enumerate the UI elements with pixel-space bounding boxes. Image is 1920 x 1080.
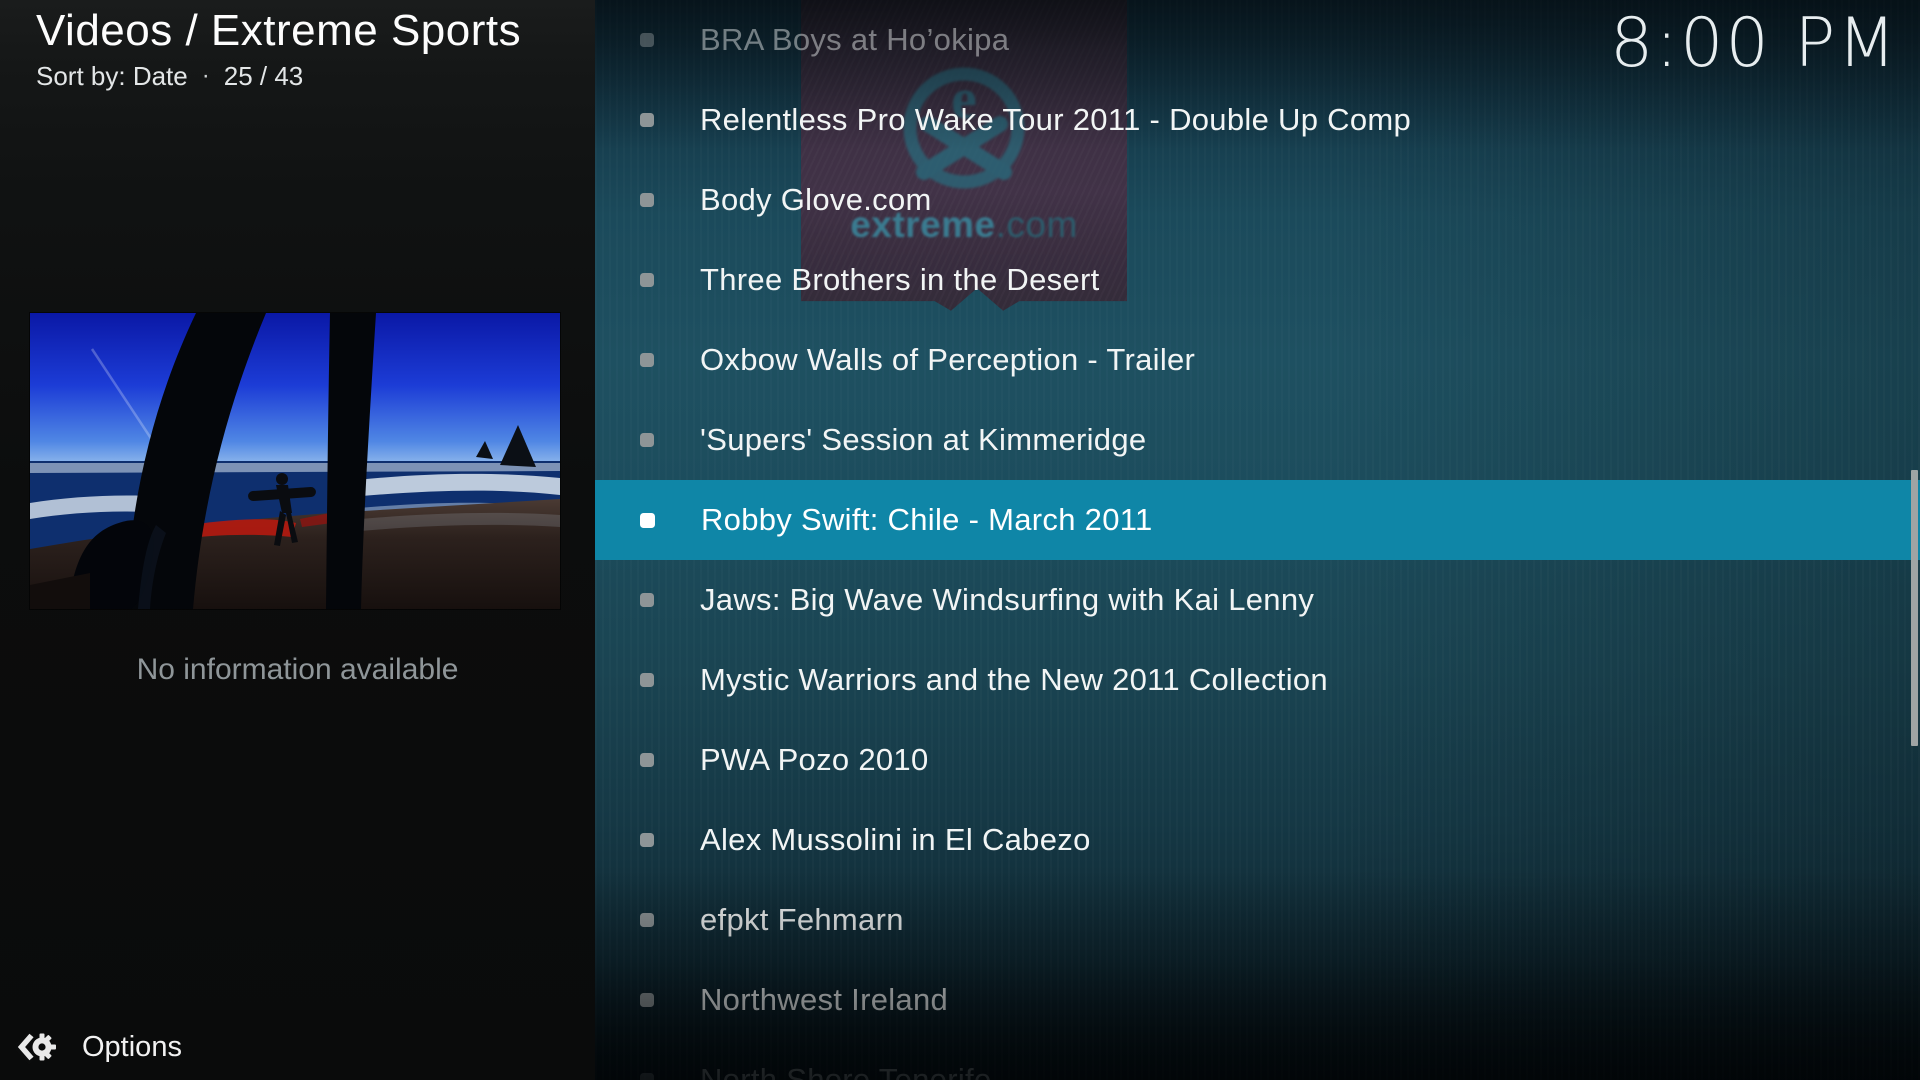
list-item[interactable]: Northwest Ireland: [595, 960, 1920, 1040]
item-label: Jaws: Big Wave Windsurfing with Kai Lenn…: [700, 582, 1314, 618]
item-bullet-icon: [640, 593, 654, 607]
item-label: PWA Pozo 2010: [700, 742, 929, 778]
list-item[interactable]: efpkt Fehmarn: [595, 880, 1920, 960]
page-header: Videos / Extreme Sports Sort by: Date · …: [36, 6, 521, 92]
list-item[interactable]: Body Glove.com: [595, 160, 1920, 240]
thumbnail-art: [30, 313, 560, 609]
separator-dot: ·: [202, 62, 210, 90]
list-item[interactable]: Relentless Pro Wake Tour 2011 - Double U…: [595, 80, 1920, 160]
no-information-text: No information available: [0, 653, 595, 687]
item-bullet-icon: [640, 753, 654, 767]
list-item[interactable]: Robby Swift: Chile - March 2011: [595, 480, 1920, 560]
list-item[interactable]: Jaws: Big Wave Windsurfing with Kai Lenn…: [595, 560, 1920, 640]
item-bullet-icon: [640, 833, 654, 847]
options-gear-icon: [16, 1026, 58, 1068]
item-label: Oxbow Walls of Perception - Trailer: [700, 342, 1195, 378]
item-label: efpkt Fehmarn: [700, 902, 904, 938]
list-item[interactable]: North Shore Tenerife: [595, 1040, 1920, 1080]
list-item[interactable]: Mystic Warriors and the New 2011 Collect…: [595, 640, 1920, 720]
item-count: 25 / 43: [224, 61, 304, 92]
list-scrollbar-thumb[interactable]: [1911, 470, 1918, 746]
list-item[interactable]: 'Supers' Session at Kimmeridge: [595, 400, 1920, 480]
item-bullet-icon: [640, 1073, 654, 1080]
options-button[interactable]: Options: [16, 1026, 182, 1068]
video-list-panel: e extreme.com BRA Boys at Ho’okipa Relen…: [595, 0, 1920, 1080]
clock: 8:00 PM: [1610, 4, 1898, 83]
item-bullet-icon: [640, 273, 654, 287]
list-item[interactable]: Three Brothers in the Desert: [595, 240, 1920, 320]
video-thumbnail: [30, 313, 560, 609]
item-label: 'Supers' Session at Kimmeridge: [700, 422, 1146, 458]
item-label: Robby Swift: Chile - March 2011: [701, 502, 1153, 538]
item-bullet-icon: [640, 513, 655, 528]
kodi-video-list-screen: Videos / Extreme Sports Sort by: Date · …: [0, 0, 1920, 1080]
page-title: Videos / Extreme Sports: [36, 6, 521, 57]
item-label: Mystic Warriors and the New 2011 Collect…: [700, 662, 1328, 698]
item-bullet-icon: [640, 353, 654, 367]
list-item[interactable]: PWA Pozo 2010: [595, 720, 1920, 800]
sort-by-label: Sort by: Date: [36, 61, 188, 92]
list-item[interactable]: Oxbow Walls of Perception - Trailer: [595, 320, 1920, 400]
item-label: Alex Mussolini in El Cabezo: [700, 822, 1091, 858]
item-bullet-icon: [640, 113, 654, 127]
info-sidebar: Videos / Extreme Sports Sort by: Date · …: [0, 0, 595, 1080]
item-bullet-icon: [640, 993, 654, 1007]
item-label: North Shore Tenerife: [700, 1062, 991, 1080]
item-label: Relentless Pro Wake Tour 2011 - Double U…: [700, 102, 1411, 138]
item-label: Three Brothers in the Desert: [700, 262, 1100, 298]
sort-status-line: Sort by: Date · 25 / 43: [36, 61, 521, 92]
options-label: Options: [82, 1031, 182, 1064]
item-bullet-icon: [640, 913, 654, 927]
item-label: Northwest Ireland: [700, 982, 948, 1018]
item-bullet-icon: [640, 193, 654, 207]
item-bullet-icon: [640, 33, 654, 47]
item-label: Body Glove.com: [700, 182, 932, 218]
item-label: BRA Boys at Ho’okipa: [700, 22, 1009, 58]
item-bullet-icon: [640, 433, 654, 447]
item-bullet-icon: [640, 673, 654, 687]
video-list: BRA Boys at Ho’okipa Relentless Pro Wake…: [595, 0, 1920, 1080]
list-item[interactable]: Alex Mussolini in El Cabezo: [595, 800, 1920, 880]
